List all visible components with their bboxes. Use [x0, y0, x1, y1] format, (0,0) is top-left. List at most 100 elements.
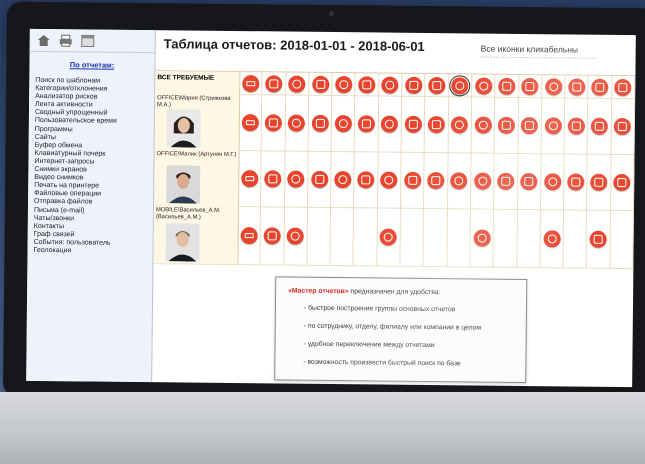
- report-icon[interactable]: [381, 76, 399, 94]
- report-icon[interactable]: [240, 226, 258, 244]
- report-icon[interactable]: [287, 170, 305, 188]
- table-cell: [377, 151, 402, 208]
- report-icon[interactable]: [311, 114, 329, 132]
- report-icon[interactable]: [520, 172, 538, 190]
- table-cell: [378, 95, 403, 152]
- report-icon[interactable]: [614, 117, 632, 135]
- report-icon[interactable]: [544, 116, 562, 134]
- window-icon[interactable]: [80, 33, 96, 47]
- table-cell: [262, 72, 287, 95]
- report-icon[interactable]: [474, 77, 492, 95]
- report-icon[interactable]: [566, 172, 585, 191]
- report-icon[interactable]: [380, 171, 398, 189]
- report-icon[interactable]: [497, 172, 515, 190]
- table-cell: [332, 73, 356, 96]
- table-cell: [470, 208, 495, 267]
- report-icon[interactable]: [590, 117, 609, 135]
- report-icon[interactable]: [428, 76, 446, 94]
- report-glyph: [361, 174, 371, 184]
- table-cell: [495, 74, 519, 97]
- report-icon[interactable]: [474, 115, 492, 134]
- employee-name[interactable]: OFFICE\Малик (Артунян М.Г.): [155, 149, 239, 159]
- report-icon[interactable]: [543, 172, 561, 190]
- table-cell: [564, 153, 589, 210]
- report-glyph: [338, 118, 348, 128]
- report-icon[interactable]: [403, 171, 422, 189]
- table-cell: [540, 209, 565, 268]
- employee-label-cell: MOBILE\Васильев_А.М. (Васильев_А.М.): [153, 205, 240, 265]
- employee-name[interactable]: OFFICE\Мария (Стрижкова М.А.): [155, 93, 239, 109]
- report-glyph: [501, 176, 511, 186]
- employee-name[interactable]: MOBILE\Васильев_А.М. (Васильев_А.М.): [154, 205, 238, 221]
- report-icon[interactable]: [241, 113, 259, 131]
- report-icon[interactable]: [380, 228, 398, 246]
- report-icon[interactable]: [286, 227, 305, 245]
- report-glyph: [292, 118, 302, 128]
- sidebar-title[interactable]: По отчетам:: [29, 60, 154, 70]
- report-icon[interactable]: [427, 115, 445, 133]
- table-cell: [611, 97, 636, 155]
- table-cell: [402, 73, 426, 96]
- report-icon[interactable]: [590, 173, 608, 191]
- report-master-info: «Мастер отчетов» предназначен для удобст…: [274, 276, 528, 384]
- table-cell: [542, 75, 566, 98]
- report-icon[interactable]: [544, 77, 562, 95]
- report-icon[interactable]: [358, 75, 376, 93]
- report-icon[interactable]: [264, 113, 282, 131]
- report-glyph: [595, 82, 605, 92]
- report-icon[interactable]: [589, 230, 607, 248]
- report-icon[interactable]: [334, 114, 352, 132]
- sidebar-item[interactable]: Геолокация: [33, 247, 152, 256]
- report-icon[interactable]: [543, 229, 561, 247]
- table-cell: [331, 95, 356, 152]
- report-icon[interactable]: [335, 75, 353, 93]
- table-cell: [425, 73, 450, 97]
- report-icon[interactable]: [288, 75, 306, 93]
- report-icon[interactable]: [451, 115, 469, 133]
- report-icon[interactable]: [498, 77, 516, 95]
- report-icon[interactable]: [450, 171, 468, 189]
- table-cell: [424, 151, 449, 209]
- report-icon[interactable]: [591, 78, 609, 96]
- table-cell: [424, 95, 449, 153]
- table-cell: [401, 151, 425, 208]
- report-glyph: [502, 81, 512, 91]
- report-icon[interactable]: [381, 115, 399, 133]
- table-cell: [238, 150, 262, 207]
- report-icon[interactable]: [310, 170, 328, 188]
- table-cell: [610, 209, 635, 269]
- report-icon[interactable]: [311, 75, 329, 93]
- report-icon[interactable]: [334, 170, 352, 188]
- report-glyph: [572, 82, 582, 92]
- report-icon[interactable]: [288, 114, 306, 132]
- report-icon[interactable]: [263, 226, 281, 244]
- table-cell: [541, 97, 566, 154]
- report-glyph: [314, 174, 324, 184]
- report-glyph: [267, 230, 277, 240]
- home-icon[interactable]: [36, 33, 52, 47]
- employee-icons: [237, 206, 635, 269]
- avatar: [166, 109, 202, 148]
- report-icon[interactable]: [449, 74, 471, 96]
- printer-icon[interactable]: [58, 33, 74, 47]
- report-icon[interactable]: [613, 173, 631, 191]
- report-icon[interactable]: [265, 74, 283, 92]
- report-icon[interactable]: [497, 116, 515, 134]
- report-icon[interactable]: [357, 114, 376, 132]
- report-icon[interactable]: [241, 74, 260, 92]
- report-icon[interactable]: [357, 170, 375, 188]
- table-cell: [518, 96, 543, 154]
- report-icon[interactable]: [614, 78, 632, 96]
- report-icon[interactable]: [521, 77, 539, 95]
- report-icon[interactable]: [473, 228, 491, 247]
- report-icon[interactable]: [567, 116, 585, 135]
- report-icon[interactable]: [240, 169, 259, 187]
- report-icon[interactable]: [264, 169, 282, 187]
- page-title: Таблица отчетов: 2018-01-01 - 2018-06-01: [163, 36, 425, 54]
- report-icon[interactable]: [567, 77, 586, 96]
- report-icon[interactable]: [404, 115, 422, 133]
- report-icon[interactable]: [473, 171, 491, 190]
- report-icon[interactable]: [404, 76, 423, 94]
- report-icon[interactable]: [520, 116, 539, 134]
- report-icon[interactable]: [427, 171, 445, 189]
